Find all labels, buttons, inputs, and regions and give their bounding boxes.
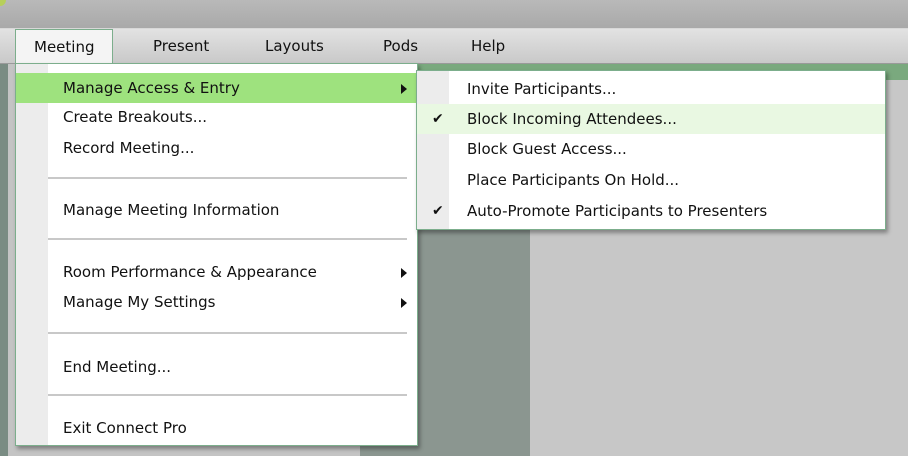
menu-item-label: Invite Participants... xyxy=(467,80,617,98)
menu-item-label: Manage My Settings xyxy=(63,293,216,311)
menu-meeting[interactable]: Meeting xyxy=(15,29,114,64)
access-entry-submenu: Invite Participants... ✔ Block Incoming … xyxy=(416,70,886,230)
menu-item-label: Record Meeting... xyxy=(63,139,195,157)
menu-pods[interactable]: Pods xyxy=(383,29,418,64)
menu-item-label: Exit Connect Pro xyxy=(63,419,187,437)
meeting-dropdown-menu: Manage Access & Entry Create Breakouts..… xyxy=(15,63,418,446)
submenu-arrow-icon xyxy=(401,84,407,94)
menu-bar: Meeting Present Layouts Pods Help xyxy=(0,28,908,64)
window-control-icon[interactable] xyxy=(0,0,6,6)
background-pane-left xyxy=(0,64,8,456)
menu-item-room-performance-appearance[interactable]: Room Performance & Appearance xyxy=(16,257,417,287)
menu-item-create-breakouts[interactable]: Create Breakouts... xyxy=(16,102,417,132)
menu-item-label: Manage Access & Entry xyxy=(63,79,240,97)
submenu-item-auto-promote-participants[interactable]: ✔ Auto-Promote Participants to Presenter… xyxy=(417,196,885,226)
menu-item-label: Create Breakouts... xyxy=(63,108,207,126)
menu-separator xyxy=(48,332,407,334)
submenu-item-place-participants-on-hold[interactable]: Place Participants On Hold... xyxy=(417,165,885,195)
menu-separator xyxy=(48,238,407,240)
checkmark-icon: ✔ xyxy=(432,203,444,219)
submenu-item-block-incoming-attendees[interactable]: ✔ Block Incoming Attendees... xyxy=(417,104,885,134)
menu-item-label: Room Performance & Appearance xyxy=(63,263,317,281)
menu-item-label: Block Guest Access... xyxy=(467,140,627,158)
menu-item-end-meeting[interactable]: End Meeting... xyxy=(16,352,417,382)
submenu-arrow-icon xyxy=(401,298,407,308)
menu-item-label: Auto-Promote Participants to Presenters xyxy=(467,202,768,220)
menu-item-exit-connect-pro[interactable]: Exit Connect Pro xyxy=(16,413,417,443)
submenu-arrow-icon xyxy=(401,268,407,278)
menu-layouts[interactable]: Layouts xyxy=(265,29,324,64)
menu-help[interactable]: Help xyxy=(471,29,505,64)
menu-item-record-meeting[interactable]: Record Meeting... xyxy=(16,133,417,163)
menu-item-label: Block Incoming Attendees... xyxy=(467,110,677,128)
checkmark-icon: ✔ xyxy=(432,111,444,127)
menu-separator xyxy=(48,394,407,396)
title-strip xyxy=(0,0,908,28)
menu-item-manage-meeting-information[interactable]: Manage Meeting Information xyxy=(16,195,417,225)
menu-item-label: End Meeting... xyxy=(63,358,172,376)
submenu-item-invite-participants[interactable]: Invite Participants... xyxy=(417,74,885,104)
menu-present[interactable]: Present xyxy=(153,29,209,64)
menu-item-label: Manage Meeting Information xyxy=(63,201,280,219)
menu-separator xyxy=(48,177,407,179)
menu-item-manage-access-entry[interactable]: Manage Access & Entry xyxy=(16,73,417,103)
menu-item-manage-my-settings[interactable]: Manage My Settings xyxy=(16,287,417,317)
submenu-item-block-guest-access[interactable]: Block Guest Access... xyxy=(417,134,885,164)
menu-item-label: Place Participants On Hold... xyxy=(467,171,680,189)
